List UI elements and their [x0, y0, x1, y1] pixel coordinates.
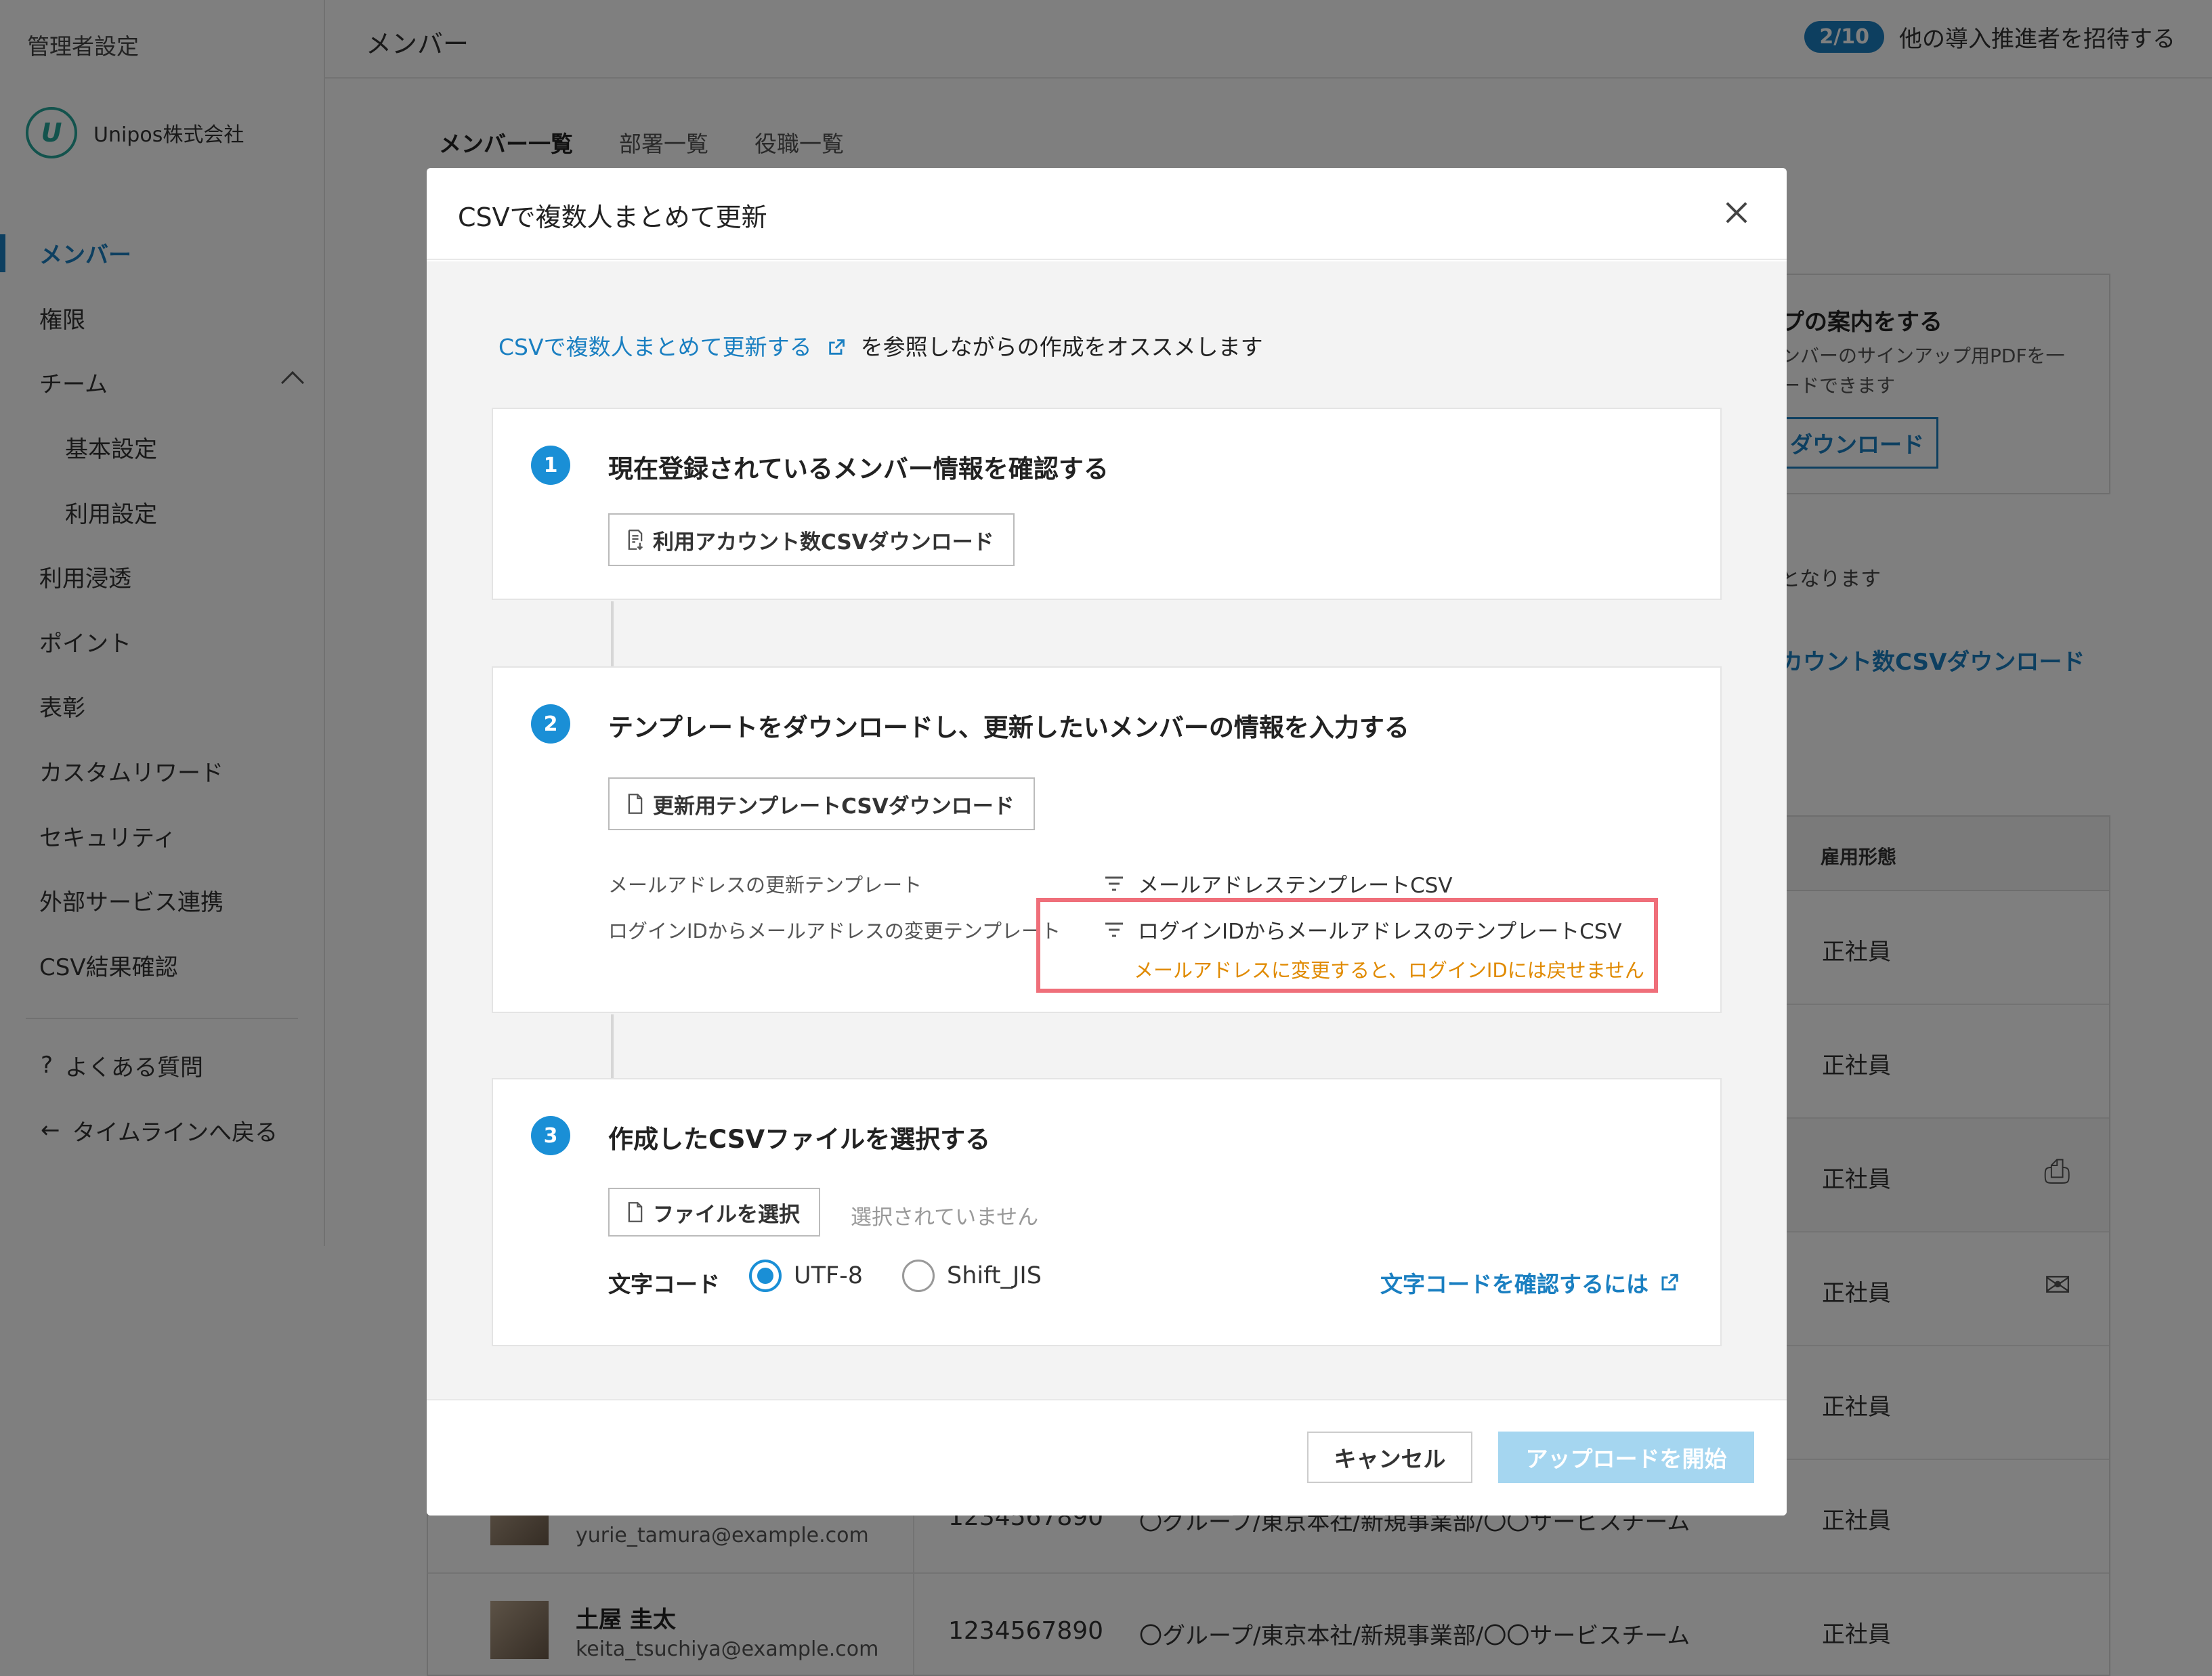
file-icon [628, 1202, 643, 1222]
step-2-number: 2 [531, 704, 570, 744]
modal-footer: キャンセル アップロードを開始 [427, 1399, 1787, 1516]
csv-bulk-update-modal: CSVで複数人まとめて更新 CSVで複数人まとめて更新する を参照しながらの作成… [427, 168, 1787, 1516]
radio-label: Shift_JIS [947, 1262, 1042, 1289]
modal-body: CSVで複数人まとめて更新する を参照しながらの作成をオススメします 1 現在登… [427, 261, 1787, 1399]
intro-line: CSVで複数人まとめて更新する を参照しながらの作成をオススメします [498, 329, 1263, 362]
close-icon[interactable] [1722, 198, 1751, 228]
document-download-icon [628, 530, 643, 551]
start-upload-button[interactable]: アップロードを開始 [1498, 1432, 1754, 1483]
file-icon [628, 794, 643, 814]
encoding-help-link[interactable]: 文字コードを確認するには [1380, 1266, 1680, 1299]
no-file-selected-text: 選択されていません [851, 1205, 1039, 1230]
step-connector [611, 1014, 614, 1079]
modal-header: CSVで複数人まとめて更新 [427, 168, 1787, 260]
email-template-label: メールアドレスの更新テンプレート [608, 874, 922, 897]
intro-text: を参照しながらの作成をオススメします [860, 334, 1263, 360]
highlight-box [1036, 898, 1658, 993]
step-1-title: 現在登録されているメンバー情報を確認する [608, 454, 1109, 484]
account-csv-download-button[interactable]: 利用アカウント数CSVダウンロード [608, 513, 1015, 566]
choose-file-button[interactable]: ファイルを選択 [608, 1188, 820, 1237]
cancel-button[interactable]: キャンセル [1307, 1432, 1472, 1483]
button-label: 更新用テンプレートCSVダウンロード [653, 794, 1015, 819]
loginid-template-label: ログインIDからメールアドレスの変更テンプレート [608, 920, 1061, 943]
step-connector [611, 601, 614, 666]
button-label: ファイルを選択 [653, 1202, 800, 1227]
step-3-card: 3 作成したCSVファイルを選択する ファイルを選択 選択されていません 文字コ… [492, 1078, 1722, 1346]
step-2-card: 2 テンプレートをダウンロードし、更新したいメンバーの情報を入力する 更新用テン… [492, 666, 1722, 1013]
help-article-link[interactable]: CSVで複数人まとめて更新する [498, 329, 812, 362]
modal-title: CSVで複数人まとめて更新 [458, 202, 767, 232]
filter-list-icon [1105, 876, 1123, 890]
encoding-radio-utf8[interactable]: UTF-8 [749, 1260, 863, 1292]
link-label: メールアドレステンプレートCSV [1138, 874, 1453, 898]
step-2-title: テンプレートをダウンロードし、更新したいメンバーの情報を入力する [608, 713, 1409, 742]
link-label: 文字コードを確認するには [1380, 1271, 1649, 1297]
step-1-card: 1 現在登録されているメンバー情報を確認する 利用アカウント数CSVダウンロード [492, 408, 1722, 600]
radio-unselected-icon [902, 1260, 935, 1292]
step-1-number: 1 [531, 446, 570, 485]
step-3-number: 3 [531, 1116, 570, 1155]
radio-selected-icon [749, 1260, 782, 1292]
encoding-label: 文字コード [608, 1271, 720, 1297]
template-csv-download-button[interactable]: 更新用テンプレートCSVダウンロード [608, 777, 1035, 830]
radio-label: UTF-8 [794, 1262, 864, 1289]
external-link-icon[interactable] [827, 336, 846, 355]
step-3-title: 作成したCSVファイルを選択する [608, 1125, 991, 1154]
button-label: 利用アカウント数CSVダウンロード [653, 530, 994, 555]
encoding-radio-shiftjis[interactable]: Shift_JIS [902, 1260, 1042, 1292]
email-template-link[interactable]: メールアドレステンプレートCSV [1103, 868, 1453, 899]
external-link-icon [1661, 1274, 1678, 1291]
